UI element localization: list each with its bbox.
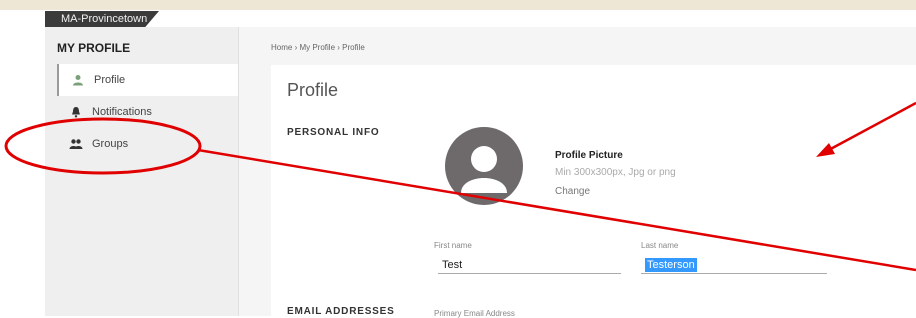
sidebar-title: MY PROFILE [57,41,131,55]
primary-email-label: Primary Email Address [434,309,515,318]
person-icon [71,73,85,87]
avatar[interactable] [445,127,523,205]
breadcrumb[interactable]: Home › My Profile › Profile [271,43,365,52]
sidebar-item-label: Notifications [92,106,152,118]
sidebar-item-profile[interactable]: Profile [57,64,238,96]
first-name-field[interactable] [438,256,621,274]
sidebar-item-notifications[interactable]: Notifications [57,96,238,128]
change-picture-link[interactable]: Change [555,186,590,197]
first-name-label: First name [434,241,472,250]
page-title: Profile [287,80,339,100]
last-name-label: Last name [641,241,679,250]
person-silhouette-icon [461,146,507,193]
profile-picture-hint: Min 300x300px, Jpg or png [555,167,676,178]
sidebar-item-label: Profile [94,74,126,86]
last-name-value: Testerson [647,259,695,271]
profile-picture-label: Profile Picture [555,150,623,161]
top-bar [0,0,916,10]
profile-card [271,65,916,316]
email-addresses-heading: EMAIL ADDRESSES [287,306,395,317]
personal-info-heading: PERSONAL INFO [287,127,380,138]
bell-icon [69,105,83,119]
sidebar-item-groups[interactable]: Groups [57,128,238,160]
location-tab[interactable]: MA-Provincetown [45,11,159,27]
sidebar-item-label: Groups [92,138,129,150]
groups-icon [69,137,83,151]
